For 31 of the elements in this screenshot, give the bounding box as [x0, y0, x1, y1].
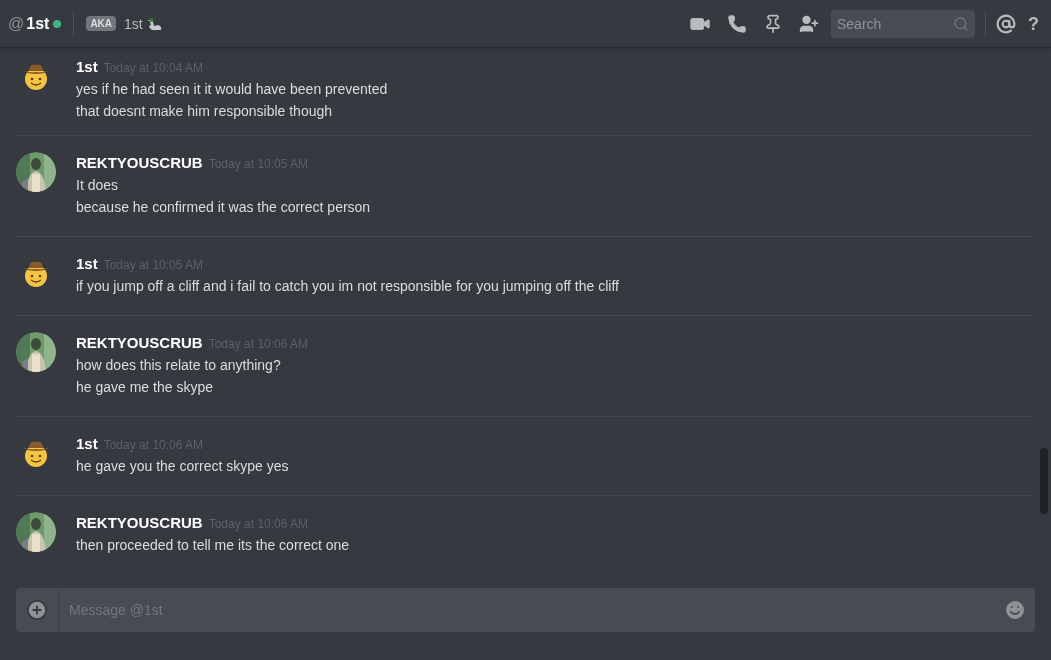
message-text: that doesnt make him responsible though: [76, 102, 334, 121]
phone-icon[interactable]: [727, 13, 747, 34]
help-button[interactable]: ?: [1028, 9, 1039, 38]
search-box[interactable]: Search: [831, 9, 975, 38]
message-text: yes if he had seen it it would have been prevented: [76, 80, 388, 99]
message-text: how does this relate to anything?: [76, 356, 282, 375]
mentions-icon[interactable]: [996, 13, 1016, 34]
duck-icon: [146, 15, 163, 32]
message-text: because he confirmed it was the correct person: [76, 198, 371, 217]
pin-icon[interactable]: [763, 13, 783, 34]
search-icon: [953, 15, 969, 32]
username[interactable]: REKTYOUSCRUB: [76, 332, 203, 355]
username[interactable]: 1st: [76, 253, 98, 276]
add-user-icon[interactable]: [799, 13, 819, 34]
aka-name: 1st: [124, 14, 143, 34]
username[interactable]: REKTYOUSCRUB: [76, 512, 203, 535]
username[interactable]: 1st: [76, 433, 98, 456]
scrollbar-thumb[interactable]: [1040, 448, 1048, 514]
username[interactable]: REKTYOUSCRUB: [76, 152, 203, 175]
message-text: It does: [76, 176, 120, 195]
channel-title: 1st: [26, 13, 50, 34]
at-sign: @: [8, 13, 25, 34]
add-attachment-icon[interactable]: [26, 599, 48, 621]
emoji-icon[interactable]: [1003, 598, 1027, 622]
message-text: he gave you the correct skype yes: [76, 457, 289, 476]
username[interactable]: 1st: [76, 56, 98, 79]
message-text: he gave me the skype: [76, 378, 214, 397]
message-text: then proceeded to tell me its the correct one: [76, 536, 350, 555]
search-field[interactable]: Search: [837, 13, 953, 34]
aka-badge: AKA: [86, 16, 117, 31]
message-text: if you jump off a cliff and i fail to catch you im not responsible for you jumping off the cliff: [76, 277, 619, 296]
